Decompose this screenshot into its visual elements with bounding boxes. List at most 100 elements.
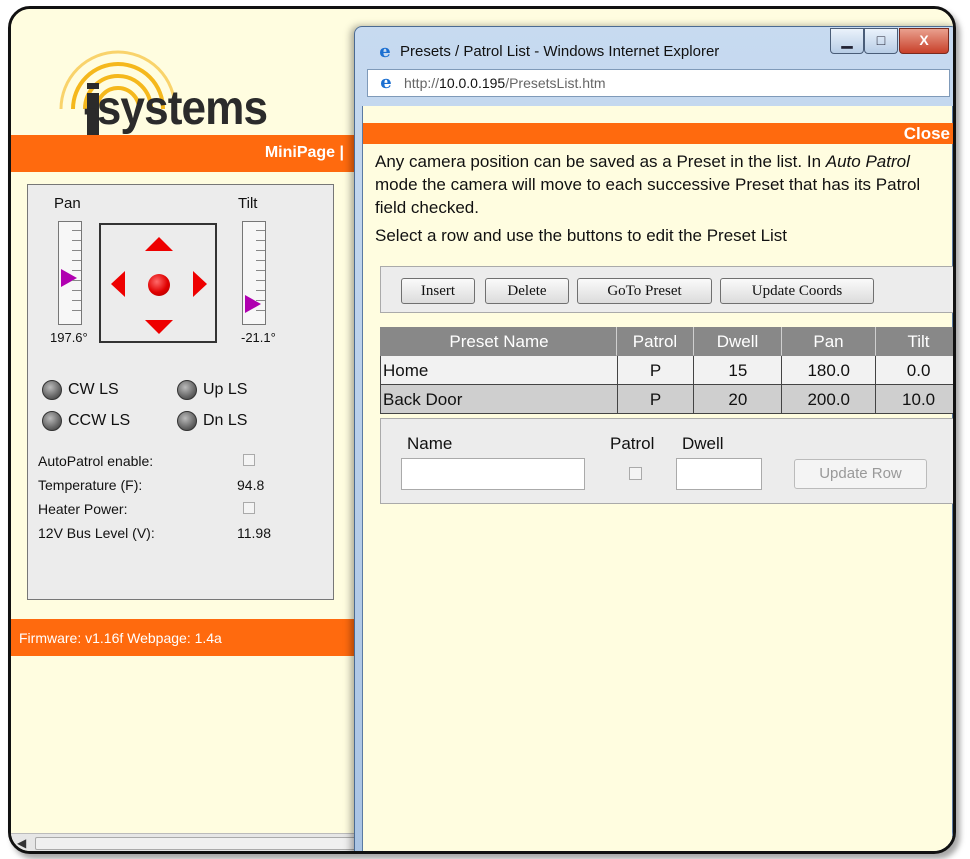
patrol-checkbox[interactable]: [629, 467, 642, 480]
ccw-ls-label: CCW LS: [68, 412, 131, 429]
table-header-row: Preset Name Patrol Dwell Pan Tilt: [380, 327, 953, 356]
slider-tick: [256, 230, 265, 231]
preset-name-cell: Home: [381, 356, 618, 385]
slider-tick: [256, 280, 265, 281]
close-bar: Close: [363, 123, 953, 144]
dwell-cell: 15: [694, 356, 783, 385]
pan-cell: 200.0: [782, 385, 877, 414]
window-close-button[interactable]: X: [899, 28, 949, 54]
scroll-left-icon[interactable]: ◀: [17, 836, 26, 850]
slider-tick: [72, 280, 81, 281]
insert-button[interactable]: Insert: [401, 278, 475, 304]
led-icon: [42, 411, 62, 431]
up-ls-indicator: Up LS: [177, 380, 247, 400]
address-url: http://10.0.0.195/PresetsList.htm: [404, 75, 606, 91]
slider-tick: [256, 240, 265, 241]
goto-preset-button[interactable]: GoTo Preset: [577, 278, 712, 304]
temperature-row: Temperature (F): 94.8: [38, 477, 298, 493]
slider-tick: [256, 290, 265, 291]
intro-text: Any camera position can be saved as a Pr…: [375, 152, 921, 217]
logo-wordmark: -systems: [83, 82, 268, 135]
pan-slider-thumb[interactable]: [61, 269, 77, 287]
center-home-button[interactable]: [148, 274, 170, 296]
screen-frame: -systems MiniPage | Pan Tilt 197.6° -21.…: [8, 6, 956, 854]
dn-ls-label: Dn LS: [203, 412, 248, 429]
delete-button[interactable]: Delete: [485, 278, 569, 304]
column-header: Tilt: [876, 327, 953, 356]
tilt-cell: 0.0: [876, 356, 953, 385]
heater-checkbox[interactable]: [243, 502, 255, 514]
led-icon: [177, 411, 197, 431]
heater-row: Heater Power:: [38, 501, 298, 517]
pan-label: Pan: [54, 195, 81, 212]
patrol-cell: P: [617, 356, 695, 385]
maximize-button[interactable]: □: [864, 28, 898, 54]
autopatrol-row: AutoPatrol enable:: [38, 453, 298, 469]
slider-tick: [72, 260, 81, 261]
window-title: Presets / Patrol List - Windows Internet…: [400, 43, 720, 60]
slider-tick: [256, 250, 265, 251]
arrow-down-icon[interactable]: [145, 320, 173, 334]
dwell-input[interactable]: [676, 458, 762, 490]
preset-table: Preset Name Patrol Dwell Pan Tilt Home P…: [380, 327, 953, 414]
slider-tick: [256, 270, 265, 271]
patrol-cell: P: [617, 385, 695, 414]
patrol-label: Patrol: [610, 434, 655, 453]
bus-level-row: 12V Bus Level (V): 11.98: [38, 525, 298, 541]
firmware-footer: Firmware: v1.16f Webpage: 1.4a: [11, 619, 356, 656]
name-input[interactable]: [401, 458, 585, 490]
table-row[interactable]: Back Door P 20 200.0 10.0: [380, 385, 953, 414]
close-link[interactable]: Close: [904, 124, 950, 144]
direction-pad: [99, 223, 217, 343]
slider-tick: [72, 230, 81, 231]
tilt-cell: 10.0: [876, 385, 953, 414]
slider-tick: [256, 260, 265, 261]
slider-tick: [72, 270, 81, 271]
led-icon: [42, 380, 62, 400]
slider-tick: [72, 250, 81, 251]
arrow-right-icon[interactable]: [193, 271, 207, 297]
column-header: Dwell: [694, 327, 782, 356]
tilt-value: -21.1°: [241, 330, 276, 345]
update-coords-button[interactable]: Update Coords: [720, 278, 874, 304]
address-bar[interactable]: e http://10.0.0.195/PresetsList.htm: [367, 69, 950, 97]
dwell-cell: 20: [694, 385, 783, 414]
column-header: Patrol: [617, 327, 694, 356]
minimize-button[interactable]: ▁: [830, 28, 864, 54]
preset-name-cell: Back Door: [381, 385, 618, 414]
slider-tick: [72, 300, 81, 301]
pan-value: 197.6°: [50, 330, 88, 345]
update-row-button[interactable]: Update Row: [794, 459, 927, 489]
tilt-label: Tilt: [238, 195, 258, 212]
pan-cell: 180.0: [782, 356, 877, 385]
cw-ls-indicator: CW LS: [42, 380, 119, 400]
presets-popup-window: e Presets / Patrol List - Windows Intern…: [354, 26, 953, 851]
arrow-left-icon[interactable]: [111, 271, 125, 297]
bus-level-label: 12V Bus Level (V):: [38, 525, 155, 541]
slider-tick: [72, 240, 81, 241]
bus-level-value: 11.98: [237, 525, 271, 541]
scrollbar-thumb[interactable]: [35, 837, 357, 850]
horizontal-scrollbar[interactable]: ◀: [11, 833, 361, 851]
row-editor: Name Patrol Dwell Update Row: [380, 418, 953, 504]
ccw-ls-indicator: CCW LS: [42, 411, 130, 431]
table-row[interactable]: Home P 15 180.0 0.0: [380, 356, 953, 385]
ie-page-icon: e: [380, 72, 392, 93]
arrow-up-icon[interactable]: [145, 237, 173, 251]
preset-toolbar: Insert Delete GoTo Preset Update Coords: [380, 266, 953, 313]
slider-tick: [256, 310, 265, 311]
autopatrol-checkbox[interactable]: [243, 454, 255, 466]
minipage-link[interactable]: MiniPage |: [265, 144, 344, 162]
slider-tick: [256, 300, 265, 301]
temperature-value: 94.8: [237, 477, 265, 493]
tilt-slider[interactable]: [242, 221, 266, 325]
column-header: Preset Name: [380, 327, 617, 356]
slider-tick: [72, 310, 81, 311]
slider-tick: [72, 290, 81, 291]
dwell-label: Dwell: [682, 434, 724, 453]
pan-slider[interactable]: [58, 221, 82, 325]
autopatrol-label: AutoPatrol enable:: [38, 453, 154, 469]
led-icon: [177, 380, 197, 400]
camera-control-panel: Pan Tilt 197.6° -21.1° CW LS Up LS CCW L…: [27, 184, 334, 600]
column-header: Pan: [782, 327, 876, 356]
